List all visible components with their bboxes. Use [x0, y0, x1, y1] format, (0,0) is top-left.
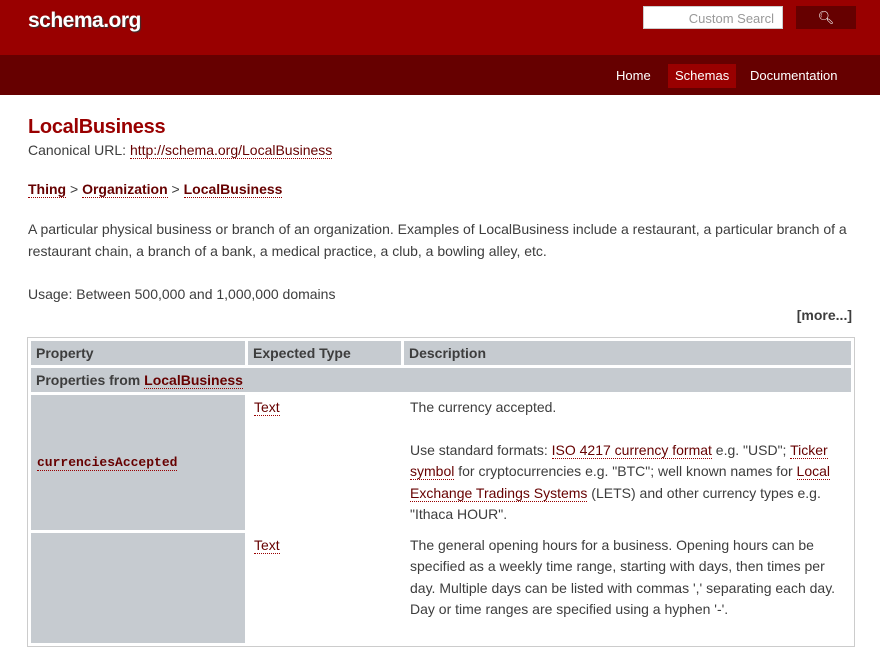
properties-table: Property Expected Type Description Prope…	[27, 337, 855, 647]
table-row: Text The general opening hours for a bus…	[31, 532, 851, 643]
description: A particular physical business or branch…	[28, 221, 847, 259]
breadcrumb-organization[interactable]: Organization	[82, 181, 168, 198]
property-cell	[31, 532, 245, 643]
more-link[interactable]: [more...]	[28, 307, 852, 323]
breadcrumb-sep: >	[66, 181, 83, 197]
description-cell: The general opening hours for a business…	[410, 536, 836, 618]
breadcrumb: Thing > Organization > LocalBusiness	[28, 178, 852, 200]
nav-home[interactable]: Home	[609, 64, 658, 88]
col-expected-type: Expected Type	[248, 341, 401, 365]
breadcrumb-thing[interactable]: Thing	[28, 181, 67, 198]
type-link[interactable]: Text	[254, 536, 280, 554]
breadcrumb-localbusiness[interactable]: LocalBusiness	[183, 181, 283, 198]
table-row: currenciesAccepted Text The currency acc…	[31, 395, 851, 530]
desc-text: The currency accepted.	[410, 399, 557, 415]
col-description: Description	[404, 341, 851, 365]
nav-schemas[interactable]: Schemas	[668, 64, 737, 88]
nav-documentation[interactable]: Documentation	[743, 64, 844, 88]
desc-part: Use standard formats:	[410, 441, 552, 458]
usage: Usage: Between 500,000 and 1,000,000 dom…	[28, 286, 336, 302]
site-logo[interactable]: schema.org	[28, 9, 141, 33]
group-prefix: Properties from	[36, 372, 145, 388]
type-link[interactable]: Text	[254, 399, 280, 416]
site-header: schema.org Custom Searcl 🔍︎	[0, 0, 880, 55]
group-link[interactable]: LocalBusiness	[144, 372, 243, 389]
search-input[interactable]: Custom Searcl	[643, 6, 783, 29]
nav-bar: Home Schemas Documentation	[0, 55, 880, 95]
canonical-link[interactable]: http://schema.org/LocalBusiness	[129, 142, 333, 159]
breadcrumb-sep: >	[167, 181, 184, 197]
desc-text: Use standard formats: ISO 4217 currency …	[410, 440, 845, 526]
canonical-label: Canonical URL:	[28, 142, 130, 158]
search-button[interactable]: 🔍︎	[796, 6, 856, 29]
property-link[interactable]: currenciesAccepted	[37, 455, 178, 471]
desc-part: e.g. "USD";	[711, 441, 791, 458]
description-cell: The currency accepted. Use standard form…	[404, 395, 851, 530]
type-cell: Text	[248, 395, 401, 530]
col-property: Property	[31, 341, 245, 365]
property-cell: currenciesAccepted	[31, 395, 245, 530]
search-icon: 🔍︎	[817, 10, 835, 25]
iso4217-link[interactable]: ISO 4217 currency format	[551, 441, 712, 459]
canonical-url: Canonical URL: http://schema.org/LocalBu…	[28, 139, 852, 161]
desc-part: for cryptocurrencies e.g. "BTC"; well kn…	[454, 463, 797, 479]
type-cell: Text	[248, 533, 401, 643]
group-header: Properties from LocalBusiness	[31, 368, 851, 392]
page-title: LocalBusiness	[28, 116, 166, 138]
